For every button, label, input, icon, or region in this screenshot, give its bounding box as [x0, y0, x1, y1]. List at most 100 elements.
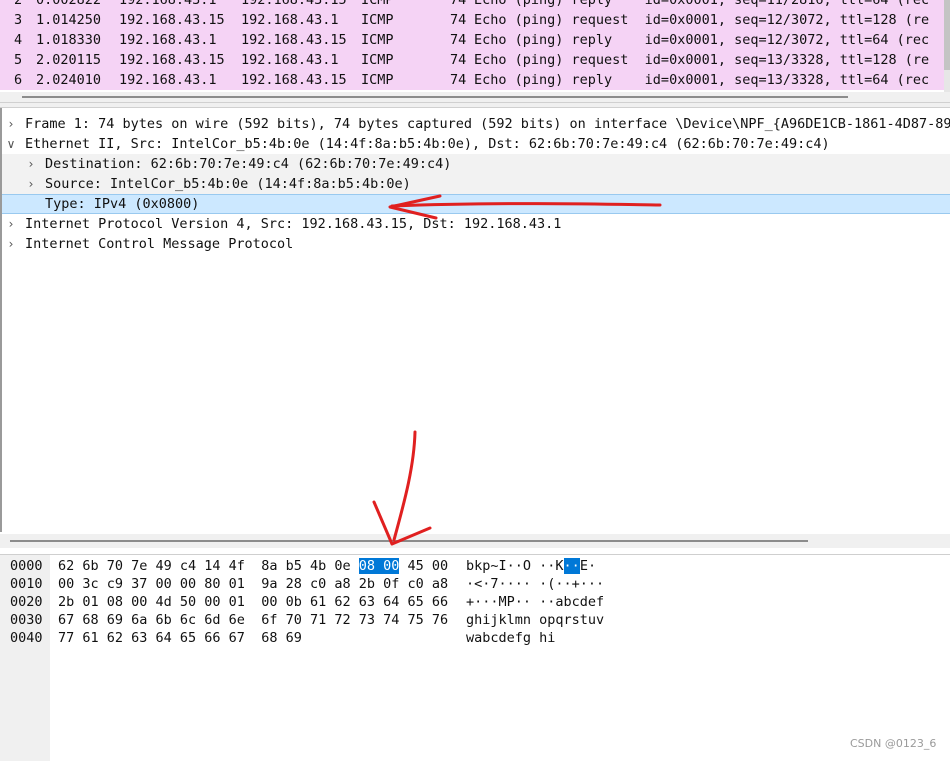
packet-source: 192.168.43.15 — [119, 52, 225, 68]
scrollbar-thumb[interactable] — [10, 540, 808, 542]
packet-source: 192.168.43.1 — [119, 72, 217, 88]
chevron-right-icon[interactable]: › — [5, 234, 17, 254]
packet-row[interactable]: 3 1.014250 192.168.43.15 192.168.43.1 ICMP 74… — [0, 10, 944, 30]
packet-info: Echo (ping) request id=0x0001, seq=12/30… — [474, 12, 930, 28]
packet-row[interactable]: 5 2.020115 192.168.43.15 192.168.43.1 ICMP 74… — [0, 50, 944, 70]
packet-protocol: ICMP — [361, 32, 394, 48]
tree-item-label: Ethernet II, Src: IntelCor_b5:4b:0e (14:… — [25, 136, 830, 152]
tree-item-label: Type: IPv4 (0x0800) — [45, 196, 200, 212]
hex-highlighted-bytes[interactable]: 08 00 — [358, 558, 400, 574]
hex-gap — [245, 630, 261, 646]
packet-destination: 192.168.43.1 — [241, 52, 339, 68]
ascii-bytes[interactable]: bkp~I··O ··K··E· — [466, 557, 596, 575]
ascii-highlighted[interactable]: ·· — [563, 558, 580, 574]
packet-list-vertical-scrollbar[interactable] — [944, 0, 950, 92]
packet-destination: 192.168.43.15 — [241, 0, 347, 8]
ascii-bytes[interactable]: ghijklmn opqrstuv — [466, 611, 604, 629]
details-horizontal-scrollbar[interactable] — [0, 534, 950, 548]
tree-item[interactable]: › Internet Control Message Protocol — [2, 234, 950, 254]
packet-length: 74 — [450, 32, 467, 48]
packet-source: 192.168.43.1 — [119, 32, 217, 48]
tree-item-label: Destination: 62:6b:70:7e:49:c4 (62:6b:70… — [45, 156, 452, 172]
packet-time: 1.014250 — [36, 12, 102, 28]
packet-protocol: ICMP — [361, 12, 394, 28]
packet-info: Echo (ping) request id=0x0001, seq=13/33… — [474, 52, 930, 68]
hex-gap — [245, 594, 261, 610]
bytes-row[interactable]: 0030 67 68 69 6a 6b 6c 6d 6e 6f 70 71 72 … — [0, 611, 950, 629]
hex-group-a: 2b 01 08 00 4d 50 00 01 — [58, 594, 245, 610]
scrollbar-thumb[interactable] — [944, 0, 950, 70]
bytes-row[interactable]: 0000 62 6b 70 7e 49 c4 14 4f 8a b5 4b 0e … — [0, 557, 950, 575]
packet-time: 0.002822 — [36, 0, 102, 8]
byte-offset: 0030 — [10, 612, 43, 628]
packet-destination: 192.168.43.15 — [241, 72, 347, 88]
tree-item[interactable]: › Frame 1: 74 bytes on wire (592 bits), 7… — [2, 114, 950, 134]
packet-info: Echo (ping) reply id=0x0001, seq=13/3328… — [474, 72, 930, 88]
packet-row[interactable]: 6 2.024010 192.168.43.1 192.168.43.15 ICMP 74… — [0, 70, 944, 90]
tree-item-selected[interactable]: Type: IPv4 (0x0800) — [2, 194, 950, 214]
hex-bytes[interactable]: 77 61 62 63 64 65 66 67 68 69 — [58, 629, 302, 647]
packet-protocol: ICMP — [361, 72, 394, 88]
bytes-row[interactable]: 0010 00 3c c9 37 00 00 80 01 9a 28 c0 a8 … — [0, 575, 950, 593]
packet-protocol: ICMP — [361, 52, 394, 68]
ascii-bytes[interactable]: ·<·7···· ·(··+··· — [466, 575, 604, 593]
chevron-right-icon[interactable]: › — [5, 214, 17, 234]
packet-list-horizontal-scrollbar[interactable] — [0, 92, 950, 102]
packet-bytes-pane[interactable]: 0000 62 6b 70 7e 49 c4 14 4f 8a b5 4b 0e … — [0, 554, 950, 761]
chevron-down-icon[interactable]: ∨ — [5, 134, 17, 154]
hex-group-b: 00 0b 61 62 63 64 65 66 — [261, 594, 449, 610]
tree-item[interactable]: ∨ Ethernet II, Src: IntelCor_b5:4b:0e (14… — [2, 134, 950, 154]
bytes-row[interactable]: 0040 77 61 62 63 64 65 66 67 68 69 wabcdef… — [0, 629, 950, 647]
hex-bytes[interactable]: 2b 01 08 00 4d 50 00 01 00 0b 61 62 63 6… — [58, 593, 448, 611]
hex-group-b: 8a b5 4b 0e — [261, 558, 359, 574]
tree-item-label: Frame 1: 74 bytes on wire (592 bits), 74… — [25, 116, 950, 132]
ascii-text: wabcdefg hi — [466, 630, 556, 646]
hex-bytes[interactable]: 00 3c c9 37 00 00 80 01 9a 28 c0 a8 2b 0… — [58, 575, 448, 593]
scrollbar-thumb[interactable] — [22, 96, 848, 98]
packet-length: 74 — [450, 0, 467, 8]
packet-number: 3 — [14, 12, 23, 28]
ascii-bytes[interactable]: wabcdefg hi — [466, 629, 555, 647]
tree-item[interactable]: › Internet Protocol Version 4, Src: 192.1… — [2, 214, 950, 234]
packet-row[interactable]: 2 0.002822 192.168.43.1 192.168.43.15 ICMP 74… — [0, 0, 944, 10]
watermark: CSDN @0123_6 — [850, 737, 937, 750]
ascii-text: bkp~I··O ··K — [466, 558, 564, 574]
hex-bytes[interactable]: 62 6b 70 7e 49 c4 14 4f 8a b5 4b 0e 08 0… — [58, 557, 448, 575]
packet-length: 74 — [450, 72, 467, 88]
bytes-row[interactable]: 0020 2b 01 08 00 4d 50 00 01 00 0b 61 62 … — [0, 593, 950, 611]
hex-group-a: 00 3c c9 37 00 00 80 01 — [58, 576, 245, 592]
packet-time: 1.018330 — [36, 32, 102, 48]
packet-destination: 192.168.43.1 — [241, 12, 339, 28]
packet-number: 5 — [14, 52, 23, 68]
hex-group-b: 9a 28 c0 a8 2b 0f c0 a8 — [261, 576, 449, 592]
hex-gap — [245, 558, 261, 574]
byte-offset: 0040 — [10, 630, 43, 646]
hex-gap — [245, 576, 261, 592]
packet-row[interactable]: 4 1.018330 192.168.43.1 192.168.43.15 ICMP 74… — [0, 30, 944, 50]
byte-offset: 0000 — [10, 558, 43, 574]
packet-details-pane[interactable]: › Frame 1: 74 bytes on wire (592 bits), 7… — [0, 108, 950, 532]
ascii-text-tail: E· — [579, 558, 597, 574]
chevron-right-icon[interactable]: › — [5, 114, 17, 134]
packet-time: 2.020115 — [36, 52, 102, 68]
tree-item-label: Internet Control Message Protocol — [25, 236, 294, 252]
tree-item[interactable]: › Source: IntelCor_b5:4b:0e (14:4f:8a:b5:… — [2, 174, 950, 194]
hex-gap — [245, 612, 261, 628]
hex-bytes[interactable]: 67 68 69 6a 6b 6c 6d 6e 6f 70 71 72 73 7… — [58, 611, 448, 629]
packet-length: 74 — [450, 12, 467, 28]
byte-offset: 0020 — [10, 594, 43, 610]
packet-list-pane[interactable]: 2 0.002822 192.168.43.1 192.168.43.15 ICMP 74… — [0, 0, 950, 92]
ascii-text: +···MP·· ··abcdef — [466, 594, 605, 610]
packet-time: 2.024010 — [36, 72, 102, 88]
chevron-right-icon[interactable]: › — [25, 154, 37, 174]
hex-group-a: 77 61 62 63 64 65 66 67 — [58, 630, 245, 646]
hex-group-b-tail: 45 00 — [399, 558, 449, 574]
ascii-text: ghijklmn opqrstuv — [466, 612, 605, 628]
packet-number: 4 — [14, 32, 23, 48]
tree-item[interactable]: › Destination: 62:6b:70:7e:49:c4 (62:6b:7… — [2, 154, 950, 174]
hex-group-a: 67 68 69 6a 6b 6c 6d 6e — [58, 612, 245, 628]
ascii-bytes[interactable]: +···MP·· ··abcdef — [466, 593, 604, 611]
packet-protocol: ICMP — [361, 0, 394, 8]
chevron-right-icon[interactable]: › — [25, 174, 37, 194]
tree-item-label: Internet Protocol Version 4, Src: 192.16… — [25, 216, 562, 232]
